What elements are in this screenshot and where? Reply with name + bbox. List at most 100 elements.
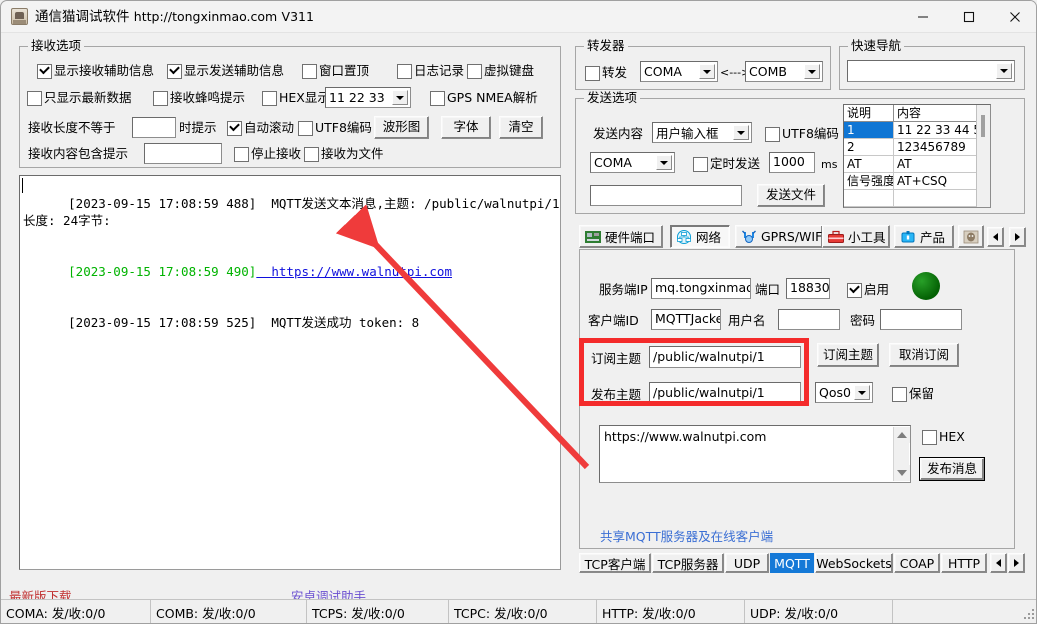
chevron-down-icon[interactable] bbox=[996, 63, 1012, 79]
chevron-down-icon[interactable] bbox=[854, 385, 870, 400]
chevron-down-icon[interactable] bbox=[392, 90, 408, 105]
tab-udp[interactable]: UDP bbox=[725, 553, 769, 573]
checkbox-only-latest-data[interactable]: 只显示最新数据 bbox=[27, 90, 132, 106]
tab-mqtt[interactable]: MQTT bbox=[770, 553, 814, 573]
timed-send-unit-label: ms bbox=[821, 158, 838, 171]
quick-send-table[interactable]: 说明 内容 1 11 22 33 44 55 2 123456789 AT AT… bbox=[843, 104, 991, 208]
table-row[interactable]: 1 11 22 33 44 55 bbox=[844, 122, 990, 139]
protocol-scroll-left-button[interactable] bbox=[990, 553, 1007, 573]
chevron-down-icon[interactable] bbox=[699, 64, 715, 79]
tab-websockets[interactable]: WebSockets bbox=[815, 553, 893, 573]
tab-http[interactable]: HTTP bbox=[941, 553, 987, 573]
checkbox-window-top[interactable]: 窗口置顶 bbox=[302, 63, 369, 79]
checkbox-hex-display[interactable]: HEX显示 bbox=[262, 90, 330, 106]
checkbox-retain[interactable]: 保留 bbox=[892, 386, 934, 402]
table-scrollbar[interactable] bbox=[976, 105, 990, 207]
table-row[interactable]: 信号强度 AT+CSQ bbox=[844, 173, 990, 190]
tab-scroll-left-button[interactable] bbox=[987, 227, 1004, 247]
username-input[interactable] bbox=[778, 309, 840, 330]
checkbox-send-utf8[interactable]: UTF8编码 bbox=[765, 126, 839, 142]
sub-topic-input[interactable]: /public/walnutpi/1 bbox=[649, 346, 801, 368]
port-input[interactable]: 18830 bbox=[786, 278, 830, 299]
hex-format-combo[interactable]: 11 22 33 bbox=[325, 87, 411, 108]
forward-port-b-combo[interactable]: COMB bbox=[745, 61, 823, 82]
tab-tcp-server[interactable]: TCP服务器 bbox=[652, 553, 724, 573]
client-id-input[interactable]: MQTTJackey bbox=[651, 309, 721, 330]
chevron-down-icon[interactable] bbox=[733, 125, 749, 140]
subscribe-button[interactable]: 订阅主题 bbox=[817, 343, 879, 367]
log-link[interactable]: https://www.walnutpi.com bbox=[256, 264, 452, 279]
message-scrollbar[interactable] bbox=[893, 427, 910, 481]
password-input[interactable] bbox=[880, 309, 962, 330]
tab-products[interactable]: 产品 bbox=[894, 225, 954, 248]
clear-button[interactable]: 清空 bbox=[499, 116, 543, 139]
checkbox-recv-beep[interactable]: 接收蜂鸣提示 bbox=[153, 90, 245, 106]
chevron-down-icon[interactable] bbox=[656, 155, 672, 170]
checkbox-utf8-encoding[interactable]: UTF8编码 bbox=[298, 120, 372, 136]
checkbox-show-send-aux[interactable]: 显示发送辅助信息 bbox=[167, 63, 284, 79]
checkbox-gps-nmea[interactable]: GPS NMEA解析 bbox=[430, 90, 538, 106]
window-title: 通信猫调试软件 http://tongxinmao.com V311 bbox=[35, 7, 314, 27]
tab-label: 产品 bbox=[920, 230, 946, 245]
send-content-combo[interactable]: 用户输入框 bbox=[652, 122, 752, 143]
table-row[interactable] bbox=[844, 190, 990, 207]
hex-format-value: 11 22 33 bbox=[329, 90, 385, 105]
checkbox-stop-receive[interactable]: 停止接收 bbox=[234, 146, 301, 162]
qos-combo[interactable]: Qos0 bbox=[815, 382, 873, 403]
tab-cat[interactable] bbox=[958, 225, 984, 248]
resize-grip-icon[interactable] bbox=[1022, 607, 1036, 621]
table-cell-desc: 2 bbox=[844, 139, 894, 156]
tab-gprs-wifi[interactable]: GPRS/WIFI bbox=[735, 225, 826, 248]
font-button[interactable]: 字体 bbox=[441, 116, 491, 139]
tab-tools[interactable]: 小工具 bbox=[822, 225, 890, 248]
tab-coap[interactable]: COAP bbox=[894, 553, 940, 573]
protocol-scroll-right-button[interactable] bbox=[1008, 553, 1025, 573]
send-file-button[interactable]: 发送文件 bbox=[757, 184, 825, 207]
checkbox-receive-as-file[interactable]: 接收为文件 bbox=[304, 146, 384, 162]
receive-log-area[interactable]: [2023-09-15 17:08:59 488] MQTT发送文本消息,主题:… bbox=[19, 175, 561, 570]
pub-topic-input[interactable]: /public/walnutpi/1 bbox=[649, 382, 801, 404]
maximize-button[interactable] bbox=[946, 1, 992, 32]
timed-send-interval-input[interactable]: 1000 bbox=[769, 152, 815, 173]
waveform-button[interactable]: 波形图 bbox=[374, 116, 429, 139]
checkbox-auto-scroll[interactable]: 自动滚动 bbox=[227, 120, 294, 136]
send-file-path-input[interactable] bbox=[590, 185, 742, 206]
checkbox-log-record[interactable]: 日志记录 bbox=[397, 63, 464, 79]
recv-contain-label: 接收内容包含提示 bbox=[28, 146, 129, 161]
tab-scroll-right-button[interactable] bbox=[1009, 227, 1026, 247]
checkbox-timed-send[interactable]: 定时发送 bbox=[693, 156, 760, 172]
shared-mqtt-server-link[interactable]: 共享MQTT服务器及在线客户端 bbox=[600, 526, 773, 545]
send-port-value: COMA bbox=[594, 155, 632, 170]
password-label: 密码 bbox=[850, 313, 876, 328]
status-tcps: TCPS: 发/收:0/0 bbox=[307, 600, 449, 623]
publish-message-button[interactable]: 发布消息 bbox=[920, 458, 984, 480]
checkbox-virtual-keyboard[interactable]: 虚拟键盘 bbox=[467, 63, 534, 79]
app-window: 通信猫调试软件 http://tongxinmao.com V311 接收选项 … bbox=[0, 0, 1037, 624]
tab-network[interactable]: 网络 bbox=[670, 225, 730, 248]
chevron-down-icon[interactable] bbox=[804, 64, 820, 79]
table-row[interactable]: AT AT bbox=[844, 156, 990, 173]
unsubscribe-button[interactable]: 取消订阅 bbox=[889, 343, 959, 367]
scroll-down-icon[interactable] bbox=[894, 465, 910, 481]
publish-message-textarea[interactable]: https://www.walnutpi.com bbox=[599, 425, 911, 483]
tab-tcp-client[interactable]: TCP客户端 bbox=[579, 553, 651, 573]
tab-hardware-port[interactable]: 硬件端口 bbox=[579, 225, 663, 248]
table-row[interactable]: 2 123456789 bbox=[844, 139, 990, 156]
recv-contain-input[interactable] bbox=[144, 143, 222, 164]
log-line: [2023-09-15 17:08:59 525] MQTT发送成功 token… bbox=[20, 297, 560, 348]
checkbox-hex-publish[interactable]: HEX bbox=[922, 429, 965, 445]
forward-port-a-combo[interactable]: COMA bbox=[640, 61, 718, 82]
send-port-combo[interactable]: COMA bbox=[590, 152, 675, 173]
status-comb: COMB: 发/收:0/0 bbox=[151, 600, 307, 623]
cat-icon bbox=[963, 230, 979, 244]
close-button[interactable] bbox=[992, 1, 1036, 32]
checkbox-forward[interactable]: 转发 bbox=[585, 65, 627, 81]
recv-length-input[interactable] bbox=[132, 117, 176, 138]
checkbox-show-recv-aux[interactable]: 显示接收辅助信息 bbox=[37, 63, 154, 79]
minimize-button[interactable] bbox=[900, 1, 946, 32]
scroll-up-icon[interactable] bbox=[894, 427, 910, 443]
quick-nav-combo[interactable] bbox=[847, 60, 1015, 82]
connection-status-led bbox=[912, 272, 940, 300]
server-ip-input[interactable]: mq.tongxinmao.com bbox=[651, 278, 751, 299]
checkbox-enable[interactable]: 启用 bbox=[847, 282, 889, 298]
